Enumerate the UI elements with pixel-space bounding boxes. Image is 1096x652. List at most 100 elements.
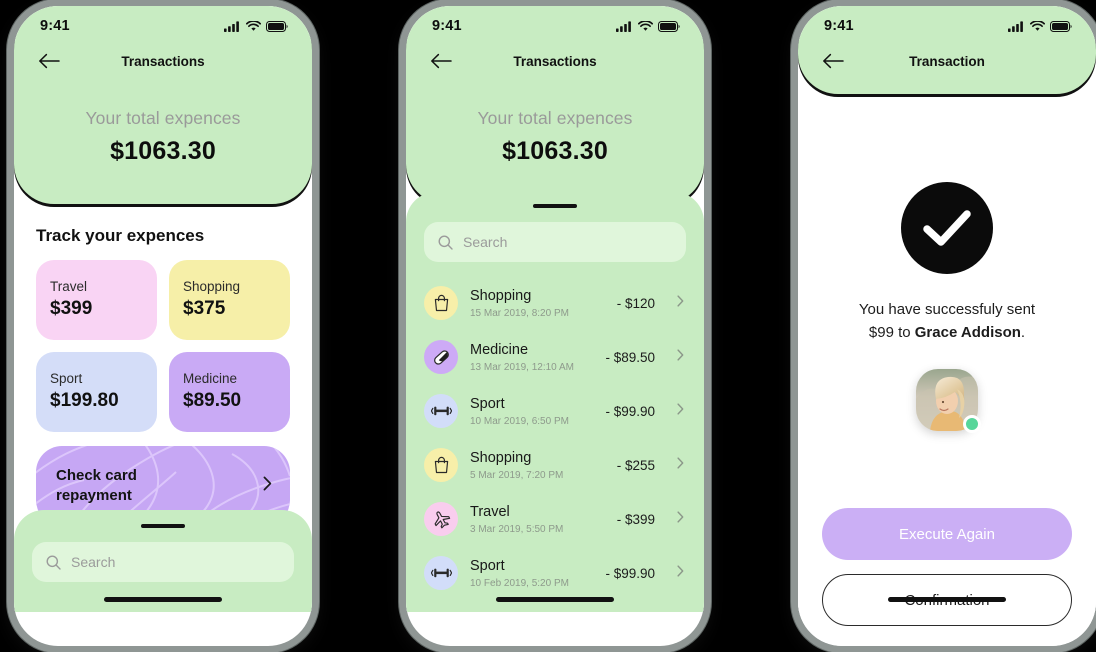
transaction-info: Medicine 13 Mar 2019, 12:10 AM bbox=[470, 341, 593, 372]
phone-mockup-3: 9:41 Transaction You have successfuly se… bbox=[798, 6, 1096, 646]
section-title: Track your expences bbox=[36, 226, 205, 245]
category-label: Shopping bbox=[183, 278, 241, 294]
status-icon-group bbox=[224, 20, 288, 32]
table-row[interactable]: Shopping 15 Mar 2019, 8:20 PM - $120 bbox=[424, 276, 686, 330]
screen-transactions-overview: 9:41 Transactions Your total expences $1… bbox=[14, 6, 312, 612]
transaction-amount: - $255 bbox=[616, 457, 655, 473]
home-indicator bbox=[496, 597, 614, 602]
transactions-sheet: Search Shopping 15 Mar 2019, 8:20 PM - $… bbox=[406, 192, 704, 612]
status-bar-3: 9:41 bbox=[798, 6, 1096, 40]
category-card-shopping[interactable]: Shopping $375 bbox=[169, 260, 290, 340]
transaction-amount: - $99.90 bbox=[605, 565, 655, 581]
chevron-right-icon bbox=[677, 456, 684, 474]
table-row[interactable]: Sport 10 Feb 2019, 5:20 PM - $99.90 bbox=[424, 546, 686, 600]
nav-bar-1: Transactions bbox=[14, 40, 312, 82]
table-row[interactable]: Medicine 13 Mar 2019, 12:10 AM - $89.50 bbox=[424, 330, 686, 384]
transaction-date: 10 Feb 2019, 5:20 PM bbox=[470, 577, 569, 589]
battery-icon bbox=[1050, 20, 1072, 32]
transaction-info: Travel 3 Mar 2019, 5:50 PM bbox=[470, 503, 605, 534]
search-icon bbox=[46, 555, 61, 570]
online-status-indicator bbox=[963, 414, 981, 433]
dumbbell-icon bbox=[424, 394, 458, 428]
transaction-amount: - $99.90 bbox=[605, 403, 655, 419]
transaction-name: Shopping bbox=[470, 288, 532, 305]
chevron-right-glyph bbox=[677, 457, 684, 469]
transaction-name: Shopping bbox=[470, 450, 532, 467]
home-indicator bbox=[104, 597, 222, 602]
transaction-name: Medicine bbox=[470, 342, 529, 359]
back-arrow-icon[interactable] bbox=[820, 48, 846, 74]
status-icon-group bbox=[616, 20, 680, 32]
table-row[interactable]: Shopping 5 Mar 2019, 7:20 PM - $255 bbox=[424, 438, 686, 492]
category-card-medicine[interactable]: Medicine $89.50 bbox=[169, 352, 290, 432]
dumbbell-glyph bbox=[430, 568, 452, 578]
status-icon-group bbox=[1008, 20, 1072, 32]
transaction-date: 13 Mar 2019, 12:10 AM bbox=[470, 361, 574, 373]
table-row[interactable]: Sport 10 Mar 2019, 6:50 PM - $99.90 bbox=[424, 384, 686, 438]
battery-icon bbox=[266, 20, 288, 32]
dumbbell-icon bbox=[424, 556, 458, 590]
transaction-info: Shopping 15 Mar 2019, 8:20 PM bbox=[470, 287, 605, 318]
transaction-amount: - $120 bbox=[616, 295, 655, 311]
nav-bar-3: Transaction bbox=[798, 40, 1096, 82]
back-arrow-glyph bbox=[39, 53, 60, 69]
shopping-bag-icon bbox=[424, 448, 458, 482]
success-message-line-1: You have successfuly sent bbox=[858, 301, 1036, 318]
category-amount: $375 bbox=[183, 297, 226, 319]
shopping-bag-icon bbox=[424, 286, 458, 320]
repayment-line-2: repayment bbox=[56, 487, 132, 504]
recipient-name: Grace Addison bbox=[914, 324, 1021, 342]
search-placeholder: Search bbox=[463, 234, 508, 250]
total-expenses-block: Your total expences $1063.30 bbox=[14, 82, 312, 200]
wifi-icon bbox=[638, 20, 653, 31]
signal-bars-icon bbox=[1008, 20, 1023, 32]
table-row[interactable]: Travel 3 Mar 2019, 5:50 PM - $399 bbox=[424, 492, 686, 546]
back-arrow-icon[interactable] bbox=[36, 48, 62, 74]
search-input[interactable]: Search bbox=[32, 542, 294, 582]
total-label: Your total expences bbox=[477, 108, 633, 128]
chevron-right-icon bbox=[677, 402, 684, 420]
search-input[interactable]: Search bbox=[424, 222, 686, 262]
category-amount: $399 bbox=[50, 297, 93, 319]
transaction-amount: - $89.50 bbox=[605, 349, 655, 365]
status-bar-1: 9:41 bbox=[14, 6, 312, 40]
transaction-info: Shopping 5 Mar 2019, 7:20 PM bbox=[470, 449, 605, 480]
screenshot-stage: 9:41 Transactions Your total expences $1… bbox=[0, 0, 1096, 652]
green-header-2: 9:41 Transactions Your total expences $1… bbox=[406, 6, 704, 204]
recipient-avatar[interactable] bbox=[916, 368, 981, 433]
sheet-grabber-handle[interactable] bbox=[533, 204, 577, 208]
status-bar-2: 9:41 bbox=[406, 6, 704, 40]
success-message-suffix: . bbox=[1020, 324, 1026, 342]
chevron-right-glyph bbox=[677, 295, 684, 307]
sheet-grabber-handle[interactable] bbox=[141, 524, 185, 528]
nav-bar-2: Transactions bbox=[406, 40, 704, 82]
success-body: You have successfuly sent $99 to Grace A… bbox=[798, 94, 1096, 646]
category-card-travel[interactable]: Travel $399 bbox=[36, 260, 157, 340]
green-header-1: 9:41 Transactions Your total expences $1… bbox=[14, 6, 312, 204]
execute-again-button[interactable]: Execute Again bbox=[822, 508, 1072, 560]
status-time: 9:41 bbox=[432, 18, 462, 34]
chevron-right-icon bbox=[677, 564, 684, 582]
chevron-right-glyph bbox=[677, 349, 684, 361]
transaction-date: 3 Mar 2019, 5:50 PM bbox=[470, 523, 564, 535]
search-sheet-1: Search bbox=[14, 510, 312, 612]
wifi-icon bbox=[246, 20, 261, 31]
signal-bars-icon bbox=[616, 20, 631, 32]
back-arrow-icon[interactable] bbox=[428, 48, 454, 74]
checkmark-circle-icon bbox=[901, 182, 993, 274]
shopping-bag-glyph bbox=[434, 456, 448, 474]
chevron-right-icon bbox=[677, 348, 684, 366]
airplane-glyph bbox=[434, 510, 450, 528]
checkmark-glyph bbox=[923, 210, 971, 246]
green-header-3: 9:41 Transaction bbox=[798, 6, 1096, 94]
repayment-line-1: Check card bbox=[56, 466, 137, 484]
status-time: 9:41 bbox=[824, 18, 854, 34]
category-label: Travel bbox=[50, 278, 88, 294]
transaction-name: Travel bbox=[470, 504, 510, 521]
transaction-info: Sport 10 Feb 2019, 5:20 PM bbox=[470, 557, 593, 588]
category-card-sport[interactable]: Sport $199.80 bbox=[36, 352, 157, 432]
back-arrow-glyph bbox=[823, 53, 844, 69]
total-amount: $1063.30 bbox=[110, 137, 216, 165]
transaction-name: Sport bbox=[470, 396, 505, 413]
transaction-name: Sport bbox=[470, 558, 505, 575]
